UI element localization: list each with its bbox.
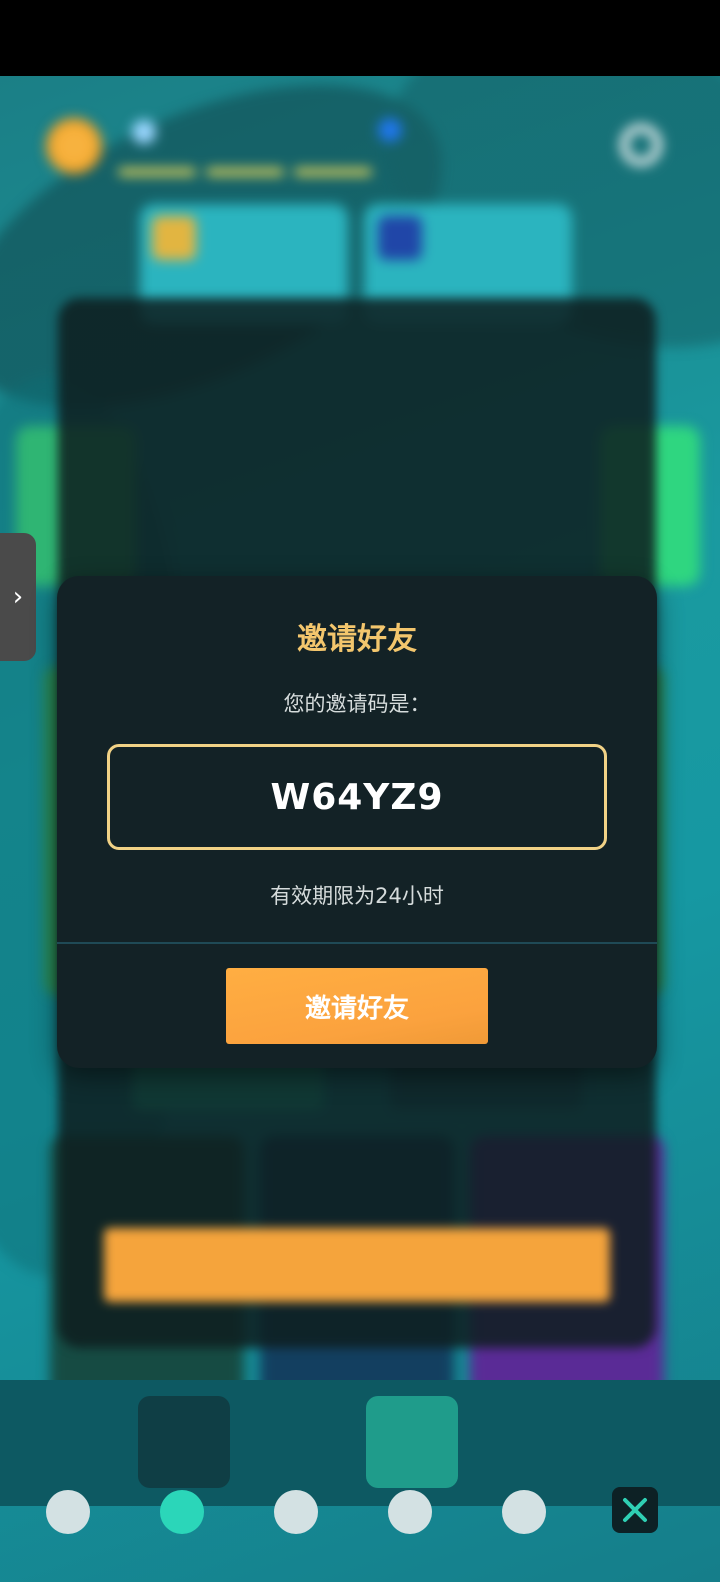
nav-tab-highlight	[366, 1396, 458, 1488]
gear-icon	[620, 124, 662, 166]
divider	[57, 942, 657, 944]
bottom-navigation	[0, 1380, 720, 1506]
progress-segment	[118, 168, 196, 176]
close-button[interactable]	[612, 1487, 658, 1533]
status-bar	[0, 0, 720, 76]
gem-icon	[378, 118, 402, 142]
avatar	[46, 118, 102, 174]
validity-text: 有效期限为24小时	[270, 884, 444, 908]
invite-code-box[interactable]: W64YZ9	[107, 744, 607, 850]
invite-code-label: 您的邀请码是：	[283, 692, 431, 716]
compass-icon	[274, 1490, 318, 1534]
dialog-title: 邀请好友	[297, 622, 417, 657]
chevron-right-icon: ›	[12, 582, 24, 612]
close-icon	[623, 1498, 647, 1522]
invite-friends-button[interactable]: 邀请好友	[226, 968, 488, 1044]
background-dialog-button	[104, 1228, 610, 1302]
invite-dialog: 邀请好友 您的邀请码是： W64YZ9 有效期限为24小时 邀请好友	[57, 576, 657, 1068]
lightbulb-icon	[378, 216, 422, 260]
heart-icon	[502, 1490, 546, 1534]
invite-code: W64YZ9	[270, 776, 444, 818]
home-icon	[46, 1490, 90, 1534]
progress-segment	[294, 168, 372, 176]
progress-segment	[206, 168, 284, 176]
side-drawer-tab[interactable]: ›	[0, 533, 36, 661]
droplet-icon	[132, 120, 156, 144]
diamond-icon	[388, 1490, 432, 1534]
shield-icon	[160, 1490, 204, 1534]
nav-tab-active	[138, 1396, 230, 1488]
chat-icon	[152, 216, 196, 260]
